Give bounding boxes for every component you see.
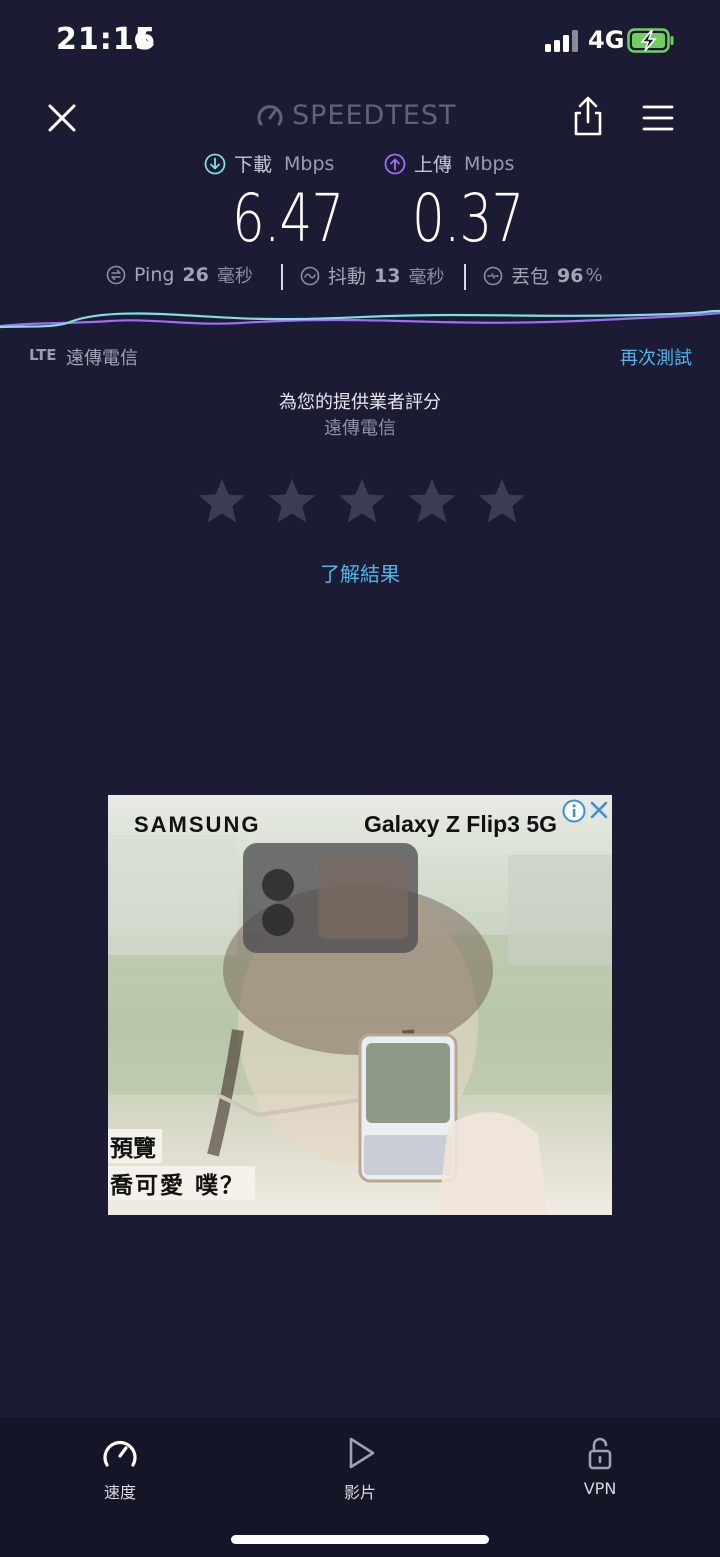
upload-label: 上傳 xyxy=(414,154,453,176)
speed-gauge-icon xyxy=(103,1440,137,1467)
learn-results-link[interactable]: 了解結果 xyxy=(0,558,720,587)
ad-banner[interactable]: SAMSUNG Galaxy Z Flip3 5G 預覽 喬可愛 噗？ xyxy=(108,795,612,1215)
moon-icon xyxy=(135,29,154,50)
latency-stats: Ping 26 毫秒 抖動 13 毫秒 丟包 96% xyxy=(0,262,720,292)
speed-graph xyxy=(0,309,720,329)
star-icon[interactable] xyxy=(476,476,528,528)
ping-value: 26 xyxy=(182,264,209,286)
battery-charging-icon xyxy=(627,28,674,53)
stats-divider xyxy=(464,264,466,290)
star-icon[interactable] xyxy=(196,476,248,528)
ping-label: Ping xyxy=(134,264,175,286)
gauge-icon xyxy=(257,104,283,125)
speedtest-logo: SPEEDTEST xyxy=(256,100,457,131)
ad-caption-line2-suffix: 噗？ xyxy=(195,1173,246,1199)
download-label: 下載 xyxy=(234,154,273,176)
close-icon[interactable] xyxy=(42,98,82,138)
connection-info: LTE 遠傳電信 再次測試 xyxy=(0,344,720,370)
download-unit: Mbps xyxy=(284,152,335,175)
star-icon[interactable] xyxy=(406,476,458,528)
info-icon[interactable] xyxy=(562,799,586,823)
stats-divider xyxy=(281,264,283,290)
ad-image xyxy=(108,835,612,1215)
ad-caption-line2-text: 喬可愛 xyxy=(110,1173,185,1199)
ad-caption-line1: 預覽 xyxy=(108,1129,162,1163)
ad-caption-line2: 喬可愛 噗？ xyxy=(108,1166,256,1200)
packet-loss-icon xyxy=(483,266,503,285)
ping-stat: Ping 26 毫秒 xyxy=(106,262,253,288)
home-indicator[interactable] xyxy=(231,1535,489,1544)
ad-model: Galaxy Z Flip3 5G xyxy=(364,811,558,837)
top-bar: SPEEDTEST xyxy=(0,90,720,146)
tab-video[interactable]: 影片 xyxy=(300,1435,420,1503)
tab-video-label: 影片 xyxy=(343,1483,376,1502)
retest-button[interactable]: 再次測試 xyxy=(620,344,692,370)
jitter-icon xyxy=(300,266,320,285)
jitter-value: 13 xyxy=(374,264,401,287)
upload-header: 上傳 Mbps xyxy=(384,150,514,177)
lock-icon xyxy=(588,1437,612,1470)
ad-brand: SAMSUNG xyxy=(134,812,261,837)
packet-loss-unit: % xyxy=(585,265,603,286)
rating-provider: 遠傳電信 xyxy=(324,418,396,439)
jitter-unit: 毫秒 xyxy=(408,266,445,288)
network-type: 4G xyxy=(588,26,625,54)
star-rating xyxy=(196,476,528,528)
jitter-stat: 抖動 13 毫秒 xyxy=(300,262,444,289)
download-header: 下載 Mbps xyxy=(204,150,334,177)
packet-loss-stat: 丟包 96% xyxy=(483,262,603,289)
signal-icon xyxy=(545,30,578,52)
download-speed: 6.47 xyxy=(232,180,344,257)
menu-icon[interactable] xyxy=(640,100,676,136)
tab-speed[interactable]: 速度 xyxy=(60,1435,180,1503)
upload-speed: 0.37 xyxy=(412,180,524,257)
star-icon[interactable] xyxy=(266,476,318,528)
packet-loss-value: 96 xyxy=(557,264,584,287)
ping-icon xyxy=(106,265,126,285)
rating-title: 為您的提供業者評分 xyxy=(279,392,441,413)
packet-loss-label: 丟包 xyxy=(511,266,550,288)
connection-type: LTE xyxy=(29,346,57,364)
play-icon xyxy=(349,1437,375,1469)
ad-close-icon[interactable] xyxy=(588,799,610,821)
upload-arrow-icon xyxy=(384,153,406,174)
star-icon[interactable] xyxy=(336,476,388,528)
download-arrow-icon xyxy=(204,153,226,174)
carrier-name: 遠傳電信 xyxy=(66,348,138,369)
share-icon[interactable] xyxy=(570,94,606,138)
ping-unit: 毫秒 xyxy=(216,266,253,287)
tab-speed-label: 速度 xyxy=(103,1483,136,1502)
upload-unit: Mbps xyxy=(464,152,515,175)
tab-vpn-label: VPN xyxy=(583,1479,617,1498)
jitter-label: 抖動 xyxy=(328,266,367,288)
tab-vpn[interactable]: VPN xyxy=(540,1435,660,1498)
brand-name: SPEEDTEST xyxy=(292,100,457,131)
status-bar: 21:15 4G xyxy=(0,0,720,84)
